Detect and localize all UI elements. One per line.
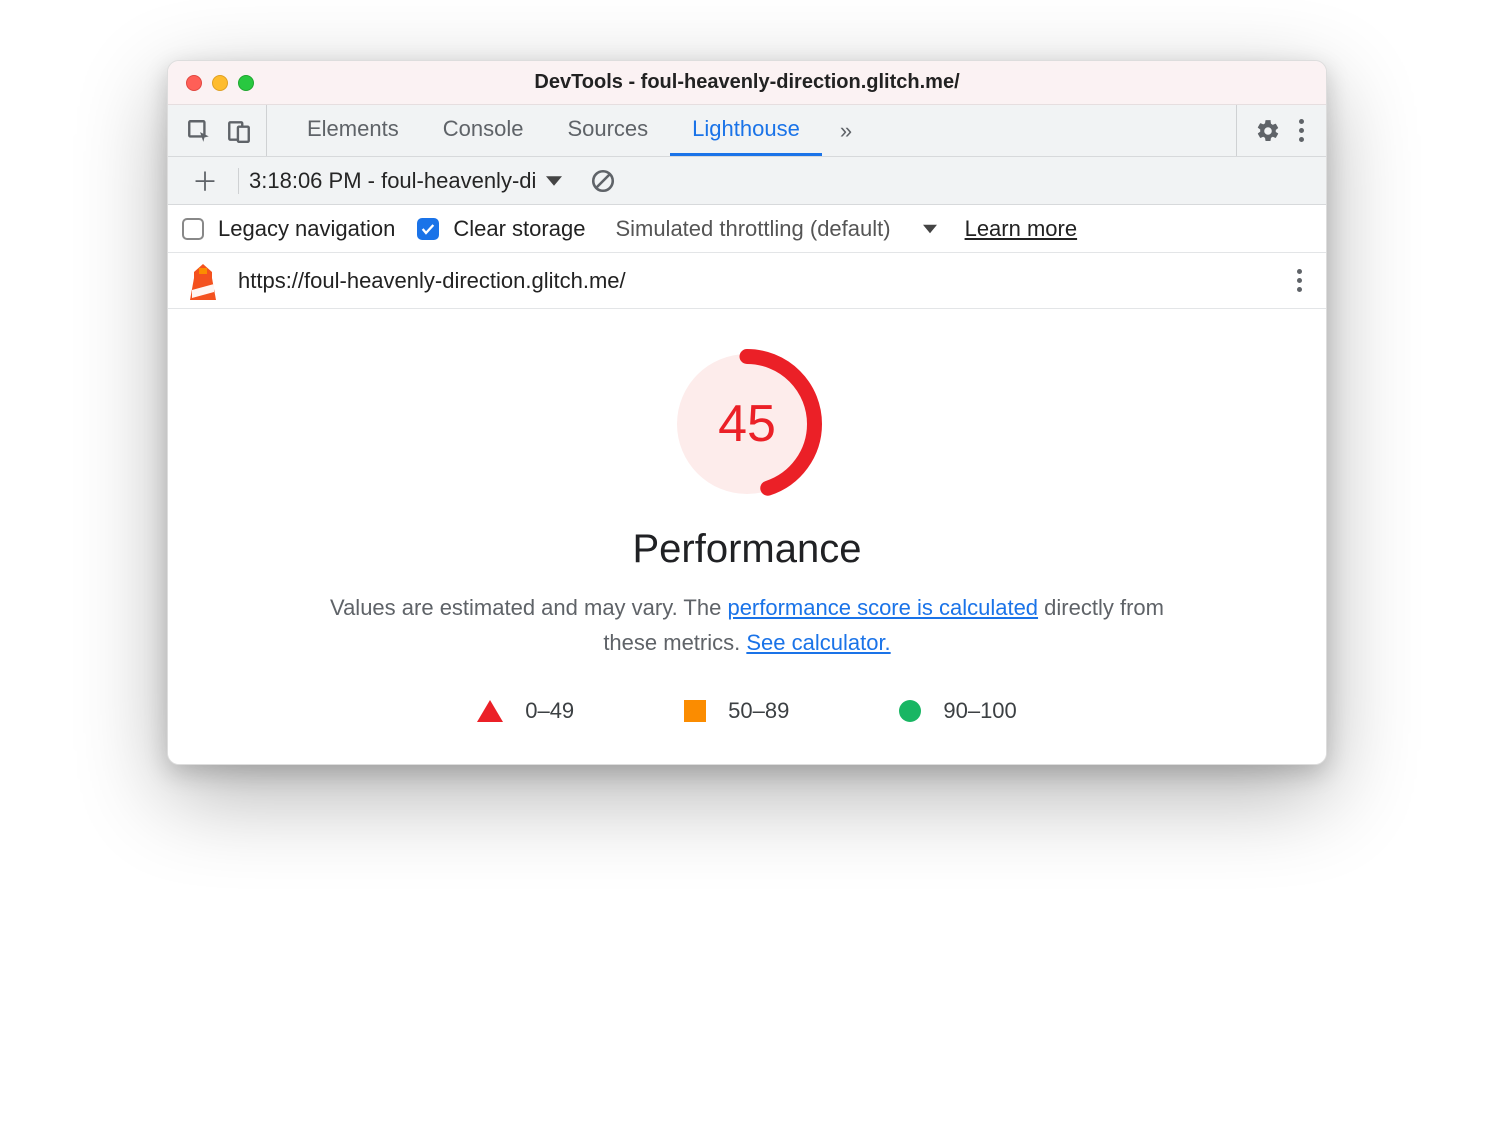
clear-icon[interactable] — [590, 168, 616, 194]
close-button[interactable] — [186, 75, 202, 91]
legend-pass: 90–100 — [899, 698, 1016, 724]
report-main: 45 Performance Values are estimated and … — [168, 309, 1326, 764]
tabbar-left-icons — [178, 105, 267, 156]
tab-console[interactable]: Console — [421, 105, 546, 156]
minimize-button[interactable] — [212, 75, 228, 91]
devtools-window: DevTools - foul-heavenly-direction.glitc… — [167, 60, 1327, 765]
tabbar: Elements Console Sources Lighthouse » — [168, 105, 1326, 157]
clear-storage-checkbox[interactable] — [417, 218, 439, 240]
options-bar: Legacy navigation Clear storage Simulate… — [168, 205, 1326, 253]
new-report-button[interactable]: ＋ — [182, 162, 228, 199]
score-calc-link[interactable]: performance score is calculated — [727, 595, 1038, 620]
tabs: Elements Console Sources Lighthouse » — [285, 105, 870, 156]
legend-fail: 0–49 — [477, 698, 574, 724]
chevron-down-icon — [546, 173, 562, 189]
desc-text: Values are estimated and may vary. The — [330, 595, 727, 620]
tab-more[interactable]: » — [822, 105, 870, 156]
lighthouse-icon — [186, 262, 220, 300]
legend-range: 50–89 — [728, 698, 789, 724]
report-label: 3:18:06 PM - foul-heavenly-di — [249, 168, 536, 194]
url-bar: https://foul-heavenly-direction.glitch.m… — [168, 253, 1326, 309]
device-toggle-icon[interactable] — [226, 118, 252, 144]
performance-description: Values are estimated and may vary. The p… — [317, 590, 1177, 660]
score-legend: 0–49 50–89 90–100 — [477, 698, 1017, 724]
report-subbar: ＋ 3:18:06 PM - foul-heavenly-di — [168, 157, 1326, 205]
square-icon — [684, 700, 706, 722]
report-url: https://foul-heavenly-direction.glitch.m… — [238, 268, 1273, 294]
throttling-label: Simulated throttling (default) — [615, 216, 890, 242]
legacy-navigation-checkbox[interactable] — [182, 218, 204, 240]
legend-range: 0–49 — [525, 698, 574, 724]
throttling-dropdown-icon[interactable] — [923, 216, 937, 242]
performance-gauge: 45 Performance Values are estimated and … — [317, 349, 1177, 724]
learn-more-link[interactable]: Learn more — [965, 216, 1078, 242]
clear-storage-label: Clear storage — [453, 216, 585, 242]
triangle-icon — [477, 700, 503, 722]
performance-title: Performance — [633, 527, 862, 572]
report-select[interactable]: 3:18:06 PM - foul-heavenly-di — [249, 168, 562, 194]
window-title: DevTools - foul-heavenly-direction.glitc… — [168, 71, 1326, 94]
more-options-icon[interactable] — [1293, 115, 1310, 146]
tab-lighthouse[interactable]: Lighthouse — [670, 105, 822, 156]
traffic-lights — [168, 75, 254, 91]
separator — [238, 168, 239, 194]
circle-icon — [899, 700, 921, 722]
tab-elements[interactable]: Elements — [285, 105, 421, 156]
tab-sources[interactable]: Sources — [545, 105, 670, 156]
report-menu-icon[interactable] — [1291, 265, 1308, 296]
tabbar-right-icons — [1236, 105, 1316, 156]
legend-average: 50–89 — [684, 698, 789, 724]
gauge: 45 — [672, 349, 822, 499]
gear-icon[interactable] — [1255, 118, 1281, 144]
see-calculator-link[interactable]: See calculator. — [746, 630, 890, 655]
titlebar: DevTools - foul-heavenly-direction.glitc… — [168, 61, 1326, 105]
maximize-button[interactable] — [238, 75, 254, 91]
legacy-navigation-label: Legacy navigation — [218, 216, 395, 242]
gauge-score: 45 — [672, 349, 822, 499]
legend-range: 90–100 — [943, 698, 1016, 724]
inspect-element-icon[interactable] — [186, 118, 212, 144]
